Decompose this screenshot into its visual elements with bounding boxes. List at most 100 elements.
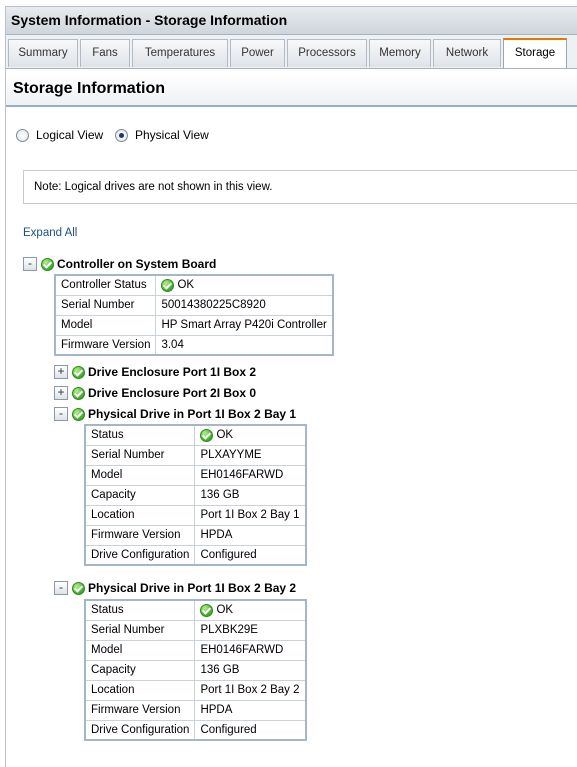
window-title: System Information - Storage Information (6, 7, 577, 35)
table-row: Location Port 1I Box 2 Bay 1 (84, 504, 307, 526)
logical-view-option[interactable]: Logical View (16, 126, 103, 144)
collapse-toggle[interactable]: - (54, 581, 68, 595)
ok-status-icon (72, 365, 85, 379)
ok-status-icon (41, 257, 54, 271)
enclosure-node: + Drive Enclosure Port 2I Box 0 (54, 385, 256, 401)
row-key: Capacity (84, 484, 196, 506)
row-key: Location (84, 504, 196, 526)
row-value: OK (194, 424, 307, 446)
table-row: Status OK (84, 599, 307, 621)
drive-node: - Physical Drive in Port 1I Box 2 Bay 2 (54, 580, 296, 596)
table-row: Serial Number PLXBK29E (84, 619, 307, 641)
ok-status-icon (200, 428, 214, 442)
row-key: Drive Configuration (84, 719, 196, 741)
row-key: Serial Number (84, 619, 196, 641)
row-value: PLXAYYME (194, 444, 307, 466)
drive-details-table: Status OK Serial Number PLXBK29E Model EH0… (84, 599, 307, 741)
ok-status-icon (161, 278, 175, 292)
enclosure-node: + Drive Enclosure Port 1I Box 2 (54, 364, 256, 380)
controller-label: Controller on System Board (57, 257, 217, 271)
table-row: Firmware Version 3.04 (54, 334, 334, 356)
drive-node: - Physical Drive in Port 1I Box 2 Bay 1 (54, 406, 296, 422)
row-value: EH0146FARWD (194, 639, 307, 661)
row-key: Model (84, 639, 196, 661)
tab-fans[interactable]: Fans (80, 39, 130, 67)
row-value: OK (155, 274, 334, 296)
table-row: Drive Configuration Configured (84, 719, 307, 741)
row-value: EH0146FARWD (194, 464, 307, 486)
row-value: PLXBK29E (194, 619, 307, 641)
drive-label: Physical Drive in Port 1I Box 2 Bay 1 (88, 407, 297, 421)
tab-memory[interactable]: Memory (369, 39, 431, 67)
collapse-toggle[interactable]: - (54, 407, 68, 421)
row-value: HPDA (194, 699, 307, 721)
expand-all-link[interactable]: Expand All (23, 227, 77, 239)
row-key: Capacity (84, 659, 196, 681)
table-row: Capacity 136 GB (84, 659, 307, 681)
physical-view-radio[interactable] (115, 128, 128, 142)
table-row: Model EH0146FARWD (84, 639, 307, 661)
row-key: Firmware Version (84, 699, 196, 721)
row-key: Serial Number (54, 294, 157, 316)
info-note: Note: Logical drives are not shown in th… (23, 170, 577, 204)
row-value: Port 1I Box 2 Bay 1 (194, 504, 307, 526)
row-key: Firmware Version (54, 334, 157, 356)
logical-view-radio[interactable] (16, 128, 29, 142)
collapse-toggle[interactable]: - (23, 257, 37, 271)
ok-status-icon (72, 407, 85, 421)
expand-toggle[interactable]: + (54, 386, 68, 400)
controller-node: - Controller on System Board (23, 256, 216, 272)
row-key: Model (84, 464, 196, 486)
row-key: Model (54, 314, 157, 336)
physical-view-option[interactable]: Physical View (115, 126, 209, 144)
row-value: 136 GB (194, 659, 307, 681)
table-row: Drive Configuration Configured (84, 544, 307, 566)
tab-bar: Summary Fans Temperatures Power Processo… (6, 35, 577, 69)
table-row: Model EH0146FARWD (84, 464, 307, 486)
table-row: Controller Status OK (54, 274, 334, 296)
row-value: 50014380225C8920 (155, 294, 334, 316)
logical-view-label: Logical View (36, 128, 104, 142)
tab-storage[interactable]: Storage (503, 38, 567, 68)
table-row: Capacity 136 GB (84, 484, 307, 506)
table-row: Status OK (84, 424, 307, 446)
enclosure-label: Drive Enclosure Port 1I Box 2 (88, 365, 257, 379)
row-value: Configured (194, 544, 307, 566)
row-key: Status (84, 599, 196, 621)
row-value: Port 1I Box 2 Bay 2 (194, 679, 307, 701)
row-value: HP Smart Array P420i Controller (155, 314, 334, 336)
tab-temperatures[interactable]: Temperatures (132, 39, 228, 67)
controller-details-table: Controller Status OK Serial Number 50014… (54, 274, 334, 356)
table-row: Serial Number PLXAYYME (84, 444, 307, 466)
ok-status-icon (72, 581, 85, 595)
tab-power[interactable]: Power (230, 39, 285, 67)
expand-toggle[interactable]: + (54, 365, 68, 379)
table-row: Location Port 1I Box 2 Bay 2 (84, 679, 307, 701)
table-row: Firmware Version HPDA (84, 524, 307, 546)
ok-status-icon (72, 386, 85, 400)
row-value: OK (194, 599, 307, 621)
tab-network[interactable]: Network (433, 39, 501, 67)
row-key: Drive Configuration (84, 544, 196, 566)
table-row: Serial Number 50014380225C8920 (54, 294, 334, 316)
row-key: Status (84, 424, 196, 446)
page-title: Storage Information (6, 74, 577, 107)
row-value: 3.04 (155, 334, 334, 356)
row-key: Firmware Version (84, 524, 196, 546)
row-value: Configured (194, 719, 307, 741)
row-key: Location (84, 679, 196, 701)
table-row: Firmware Version HPDA (84, 699, 307, 721)
tab-summary[interactable]: Summary (8, 39, 78, 67)
drive-label: Physical Drive in Port 1I Box 2 Bay 2 (88, 581, 297, 595)
row-value: 136 GB (194, 484, 307, 506)
physical-view-label: Physical View (135, 128, 209, 142)
status-text: OK (177, 279, 195, 292)
drive-details-table: Status OK Serial Number PLXAYYME Model EH0… (84, 424, 307, 566)
row-value: HPDA (194, 524, 307, 546)
tab-processors[interactable]: Processors (287, 39, 367, 67)
status-text: OK (216, 429, 234, 442)
status-text: OK (216, 604, 234, 617)
table-row: Model HP Smart Array P420i Controller (54, 314, 334, 336)
row-key: Serial Number (84, 444, 196, 466)
ok-status-icon (200, 603, 214, 617)
